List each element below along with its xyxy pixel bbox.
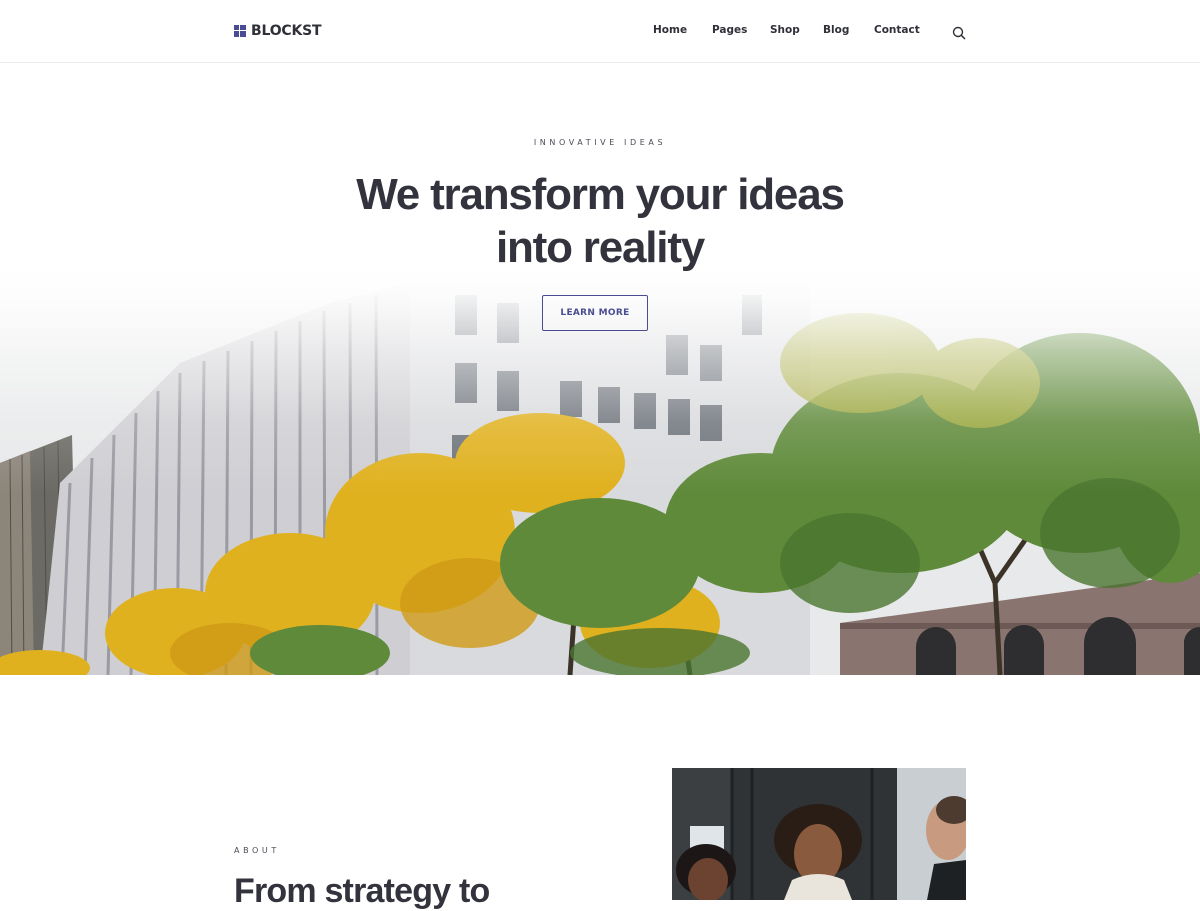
search-icon[interactable] (952, 25, 966, 40)
nav-home[interactable]: Home (653, 24, 687, 36)
nav-contact[interactable]: Contact (874, 24, 920, 36)
learn-more-button[interactable]: LEARN MORE (542, 295, 648, 331)
site-header: BLOCKST Home Pages Shop Blog Contact (0, 0, 1200, 63)
hero-title: We transform your ideas into reality (300, 168, 900, 274)
hero-title-line-1: We transform your ideas (356, 170, 845, 219)
nav-blog[interactable]: Blog (823, 24, 849, 36)
about-image (672, 768, 966, 900)
about-title: From strategy to (234, 872, 490, 910)
hero-title-line-2: into reality (495, 223, 705, 272)
main-nav: Home Pages Shop Blog Contact (0, 24, 1200, 40)
hero-eyebrow: INNOVATIVE IDEAS (533, 138, 667, 147)
nav-shop[interactable]: Shop (770, 24, 800, 36)
about-eyebrow: ABOUT (234, 846, 280, 855)
nav-pages[interactable]: Pages (712, 24, 747, 36)
hero-gradient-overlay (0, 63, 1200, 675)
hero-section (0, 63, 1200, 675)
